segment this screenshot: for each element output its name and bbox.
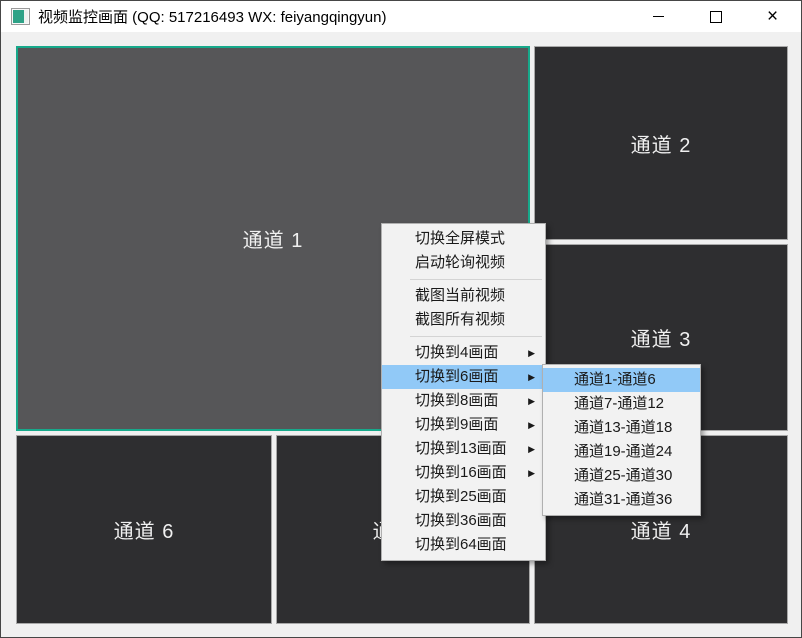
menu-item-label: 切换到16画面 [415,464,507,481]
menu-item-label: 切换到4画面 [415,344,498,361]
maximize-button[interactable] [687,1,744,32]
submenu-arrow-icon: ▶ [528,413,535,437]
menu-item-toggle-fullscreen[interactable]: 切换全屏模式 [382,227,545,251]
menu-item-switch-13[interactable]: 切换到13画面 ▶ [382,437,545,461]
menu-separator [410,279,542,280]
submenu-arrow-icon: ▶ [528,341,535,365]
channel-panel-2[interactable]: 通道 2 [534,46,788,240]
app-window: { "window": { "title": "视频监控画面 (QQ: 5172… [0,0,802,638]
menu-item-label: 切换到13画面 [415,440,507,457]
channel-label: 通道 6 [114,515,175,544]
window-title: 视频监控画面 (QQ: 517216493 WX: feiyangqingyun… [38,6,387,27]
submenu-arrow-icon: ▶ [528,437,535,461]
menu-item-snapshot-all[interactable]: 截图所有视频 [382,308,545,332]
maximize-icon [710,11,722,23]
menu-item-switch-36[interactable]: 切换到36画面 [382,509,545,533]
menu-item-label: 切换到8画面 [415,392,498,409]
submenu-item-ch13-18[interactable]: 通道13-通道18 [543,416,700,440]
submenu-item-ch19-24[interactable]: 通道19-通道24 [543,440,700,464]
submenu-arrow-icon: ▶ [528,461,535,485]
menu-item-switch-25[interactable]: 切换到25画面 [382,485,545,509]
channel-range-submenu: 通道1-通道6 通道7-通道12 通道13-通道18 通道19-通道24 通道2… [542,364,701,516]
minimize-button[interactable] [630,1,687,32]
menu-item-start-polling[interactable]: 启动轮询视频 [382,251,545,275]
submenu-item-ch31-36[interactable]: 通道31-通道36 [543,488,700,512]
close-button[interactable]: × [744,1,801,32]
title-bar: 视频监控画面 (QQ: 517216493 WX: feiyangqingyun… [1,1,801,32]
menu-item-switch-6[interactable]: 切换到6画面 ▶ [382,365,545,389]
submenu-item-ch25-30[interactable]: 通道25-通道30 [543,464,700,488]
channel-label: 通道 2 [631,129,692,158]
app-icon-light-pane [24,10,28,23]
minimize-icon [653,16,664,17]
channel-panel-6[interactable]: 通道 6 [16,435,272,624]
submenu-arrow-icon: ▶ [528,365,535,389]
menu-item-switch-4[interactable]: 切换到4画面 ▶ [382,341,545,365]
menu-item-switch-9[interactable]: 切换到9画面 ▶ [382,413,545,437]
menu-item-label: 切换到6画面 [415,368,498,385]
channel-label: 通道 3 [631,323,692,352]
menu-separator [410,336,542,337]
menu-item-switch-64[interactable]: 切换到64画面 [382,533,545,557]
menu-item-label: 切换到9画面 [415,416,498,433]
context-menu: 切换全屏模式 启动轮询视频 截图当前视频 截图所有视频 切换到4画面 ▶ 切换到… [381,223,546,561]
channel-label: 通道 1 [243,224,304,253]
menu-item-switch-8[interactable]: 切换到8画面 ▶ [382,389,545,413]
window-controls: × [630,1,801,32]
submenu-item-ch7-12[interactable]: 通道7-通道12 [543,392,700,416]
app-icon-teal-pane [13,10,24,23]
close-icon: × [767,7,778,26]
submenu-arrow-icon: ▶ [528,389,535,413]
menu-item-snapshot-current[interactable]: 截图当前视频 [382,284,545,308]
menu-item-switch-16[interactable]: 切换到16画面 ▶ [382,461,545,485]
app-icon [11,8,30,25]
channel-label: 通道 4 [631,515,692,544]
submenu-item-ch1-6[interactable]: 通道1-通道6 [543,368,700,392]
